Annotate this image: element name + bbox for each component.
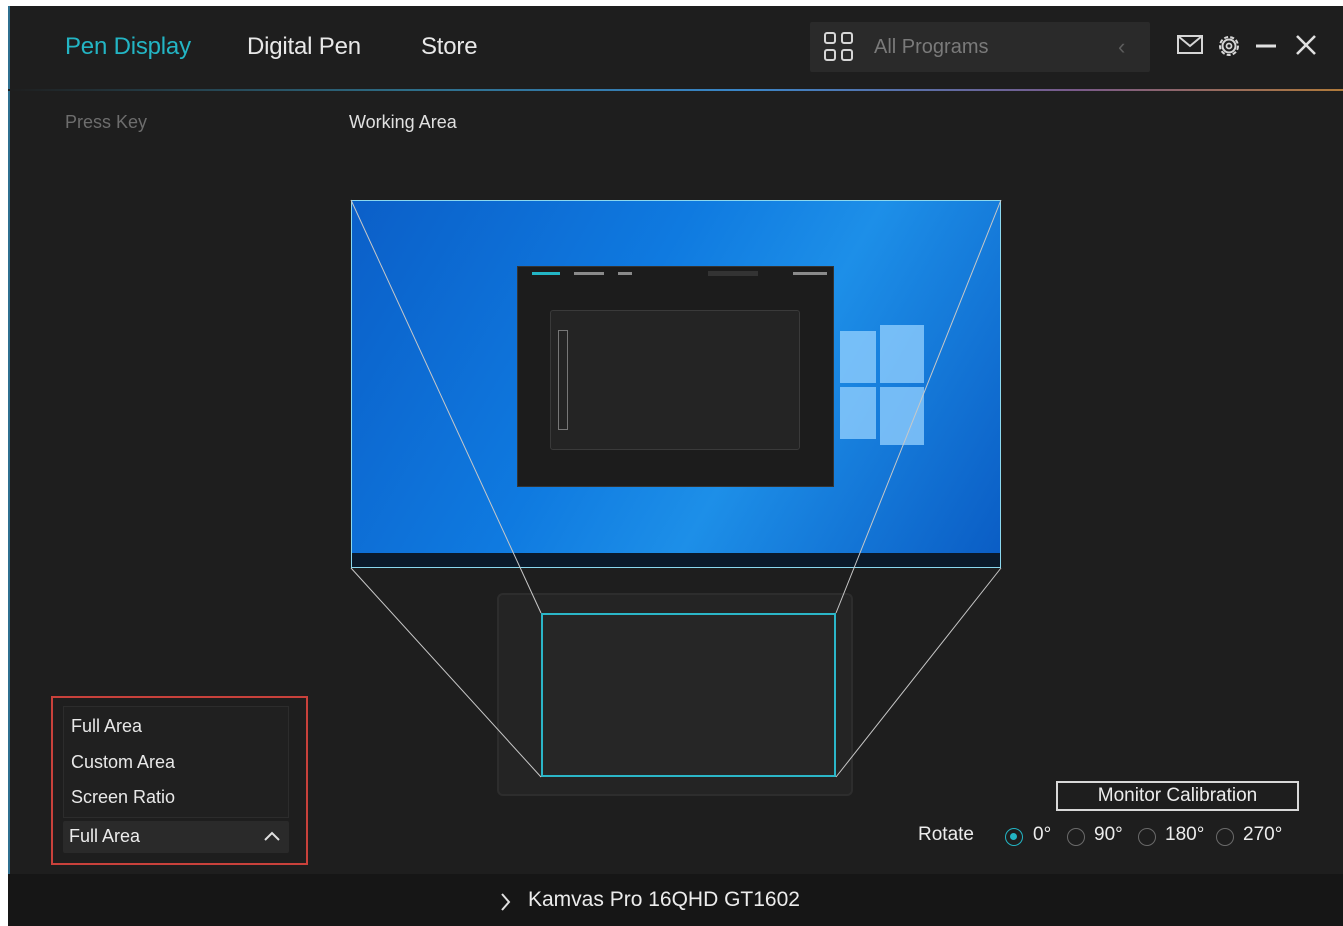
rotate-90-radio[interactable] (1067, 828, 1085, 846)
grid-icon (824, 32, 856, 64)
mini-press-keys (558, 330, 568, 430)
rotate-270-radio[interactable] (1216, 828, 1234, 846)
option-custom-area[interactable]: Custom Area (71, 752, 175, 773)
program-selector-label: All Programs (874, 36, 989, 58)
area-dropdown-value: Full Area (69, 826, 141, 846)
taskbar (352, 553, 1000, 567)
chevron-left-icon[interactable]: ‹ (1118, 34, 1125, 60)
chevron-right-icon (501, 893, 511, 911)
chevron-up-icon (264, 831, 280, 841)
rotate-0-radio[interactable] (1005, 828, 1023, 846)
top-bar: Pen Display Digital Pen Store All Progra… (8, 6, 1343, 91)
tab-working-area[interactable]: Working Area (349, 112, 457, 133)
mini-tabs-graphic (532, 271, 827, 276)
tab-press-key[interactable]: Press Key (65, 112, 147, 133)
header-divider (8, 89, 1343, 91)
option-full-area[interactable]: Full Area (71, 716, 142, 737)
area-dropdown-list: Full Area Custom Area Screen Ratio (63, 706, 289, 818)
option-screen-ratio[interactable]: Screen Ratio (71, 787, 175, 808)
rotate-270-label[interactable]: 270° (1243, 824, 1282, 846)
mini-app-screenshot (517, 266, 834, 487)
device-footer: Kamvas Pro 16QHD GT1602 (8, 874, 1343, 926)
rotate-label: Rotate (918, 824, 974, 845)
tab-store[interactable]: Store (421, 32, 478, 62)
gear-icon[interactable] (1216, 33, 1242, 59)
device-name: Kamvas Pro 16QHD GT1602 (528, 888, 800, 911)
minimize-icon[interactable] (1254, 33, 1278, 57)
rotate-180-label[interactable]: 180° (1165, 824, 1204, 846)
program-selector[interactable]: All Programs ‹ (810, 22, 1150, 72)
close-icon[interactable] (1294, 33, 1318, 57)
area-dropdown[interactable]: Full Area (63, 821, 289, 853)
rotate-0-label[interactable]: 0° (1033, 824, 1051, 846)
tab-pen-display[interactable]: Pen Display (65, 32, 191, 62)
tab-digital-pen[interactable]: Digital Pen (247, 32, 361, 62)
app-window: Pen Display Digital Pen Store All Progra… (8, 6, 1343, 926)
mini-canvas (550, 310, 800, 450)
rotate-180-radio[interactable] (1138, 828, 1156, 846)
tablet-active-area[interactable] (541, 613, 836, 777)
rotate-90-label[interactable]: 90° (1094, 824, 1123, 846)
monitor-preview (351, 200, 1001, 568)
monitor-calibration-button[interactable]: Monitor Calibration (1056, 781, 1299, 811)
mail-icon[interactable] (1175, 33, 1205, 57)
